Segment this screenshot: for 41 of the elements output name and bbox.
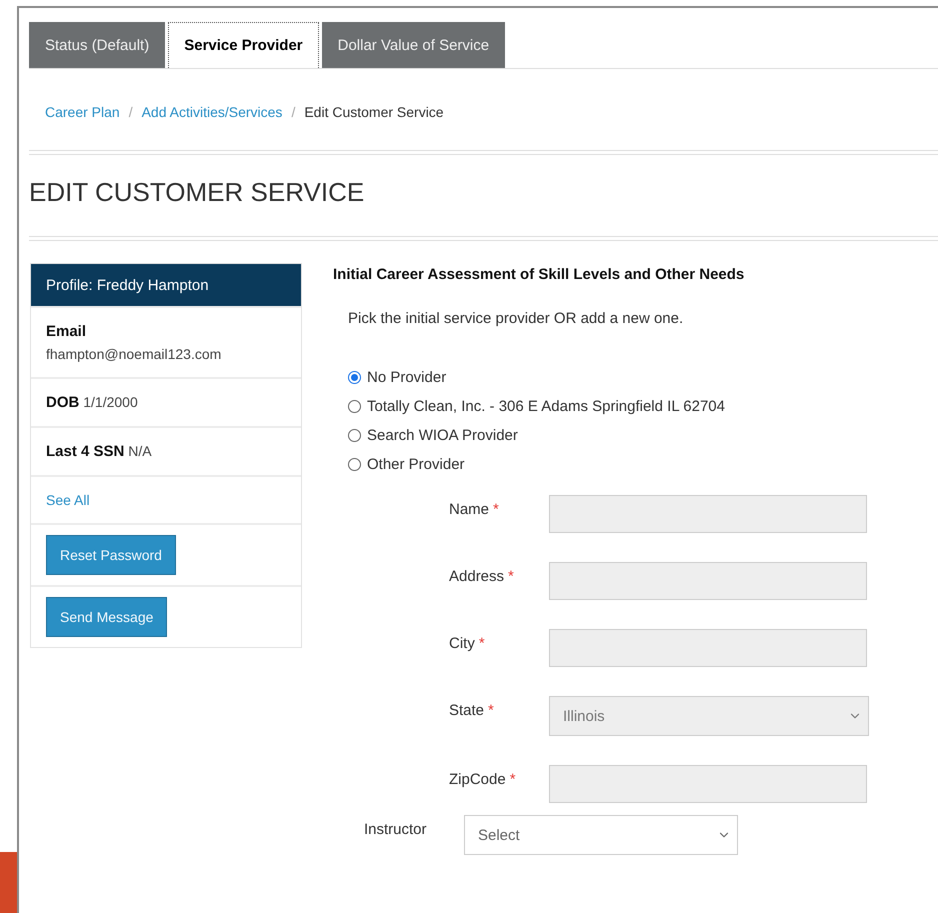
field-label: Address * [449, 567, 515, 587]
radio-label: Totally Clean, Inc. - 306 E Adams Springfield IL 62704 [367, 398, 725, 415]
email-value: fhampton@noemail123.com [46, 346, 222, 362]
profile-header: Profile: Freddy Hampton [31, 264, 301, 306]
breadcrumb-current: Edit Customer Service [304, 104, 444, 120]
field-label: ZipCode * [449, 770, 517, 790]
breadcrumb-separator: / [291, 104, 296, 120]
radio-button[interactable] [348, 429, 361, 442]
tab[interactable]: Service Provider [168, 22, 319, 68]
profile-action-button[interactable]: Reset Password [46, 535, 176, 575]
radio-button[interactable] [348, 371, 361, 384]
tab[interactable]: Status (Default) [29, 22, 166, 68]
instruction-text: Pick the initial service provider OR add a new one. [347, 309, 684, 327]
profile-label: Last 4 SSN [46, 443, 124, 460]
breadcrumb-link[interactable]: Career Plan [45, 104, 120, 120]
radio-label: Search WIOA Provider [367, 427, 518, 444]
instructor-dropdown[interactable]: Select [464, 815, 738, 855]
radio-button[interactable] [348, 458, 361, 471]
provider-radio-option[interactable]: No Provider [348, 369, 938, 386]
email-label: Email [46, 323, 86, 340]
radio-label: Other Provider [367, 456, 465, 473]
field-label: Instructor [364, 820, 428, 840]
profile-value: N/A [128, 443, 152, 459]
provider-radio-option[interactable]: Totally Clean, Inc. - 306 E Adams Springfield IL 62704 [348, 398, 938, 415]
radio-label: No Provider [367, 369, 446, 386]
breadcrumb-link[interactable]: Add Activities/Services [142, 104, 282, 120]
provider-radio-option[interactable]: Search WIOA Provider [348, 427, 938, 444]
profile-action-button[interactable]: Send Message [46, 597, 168, 637]
accent-bar [0, 852, 17, 913]
page-title: EDIT CUSTOMER SERVICE [29, 176, 366, 209]
radio-button[interactable] [348, 400, 361, 413]
provider-radio-option[interactable]: Other Provider [348, 456, 938, 473]
tab[interactable]: Dollar Value of Service [322, 22, 506, 68]
profile-label: DOB [46, 394, 80, 411]
field-label: City * [449, 634, 486, 654]
see-all-link[interactable]: See All [46, 492, 90, 508]
field-label: State * [449, 701, 495, 721]
breadcrumb-separator: / [128, 104, 133, 120]
profile-value: 1/1/2000 [83, 394, 138, 410]
field-label: Name * [449, 500, 500, 520]
section-heading: Initial Career Assessment of Skill Levels and Other Needs [333, 265, 746, 283]
